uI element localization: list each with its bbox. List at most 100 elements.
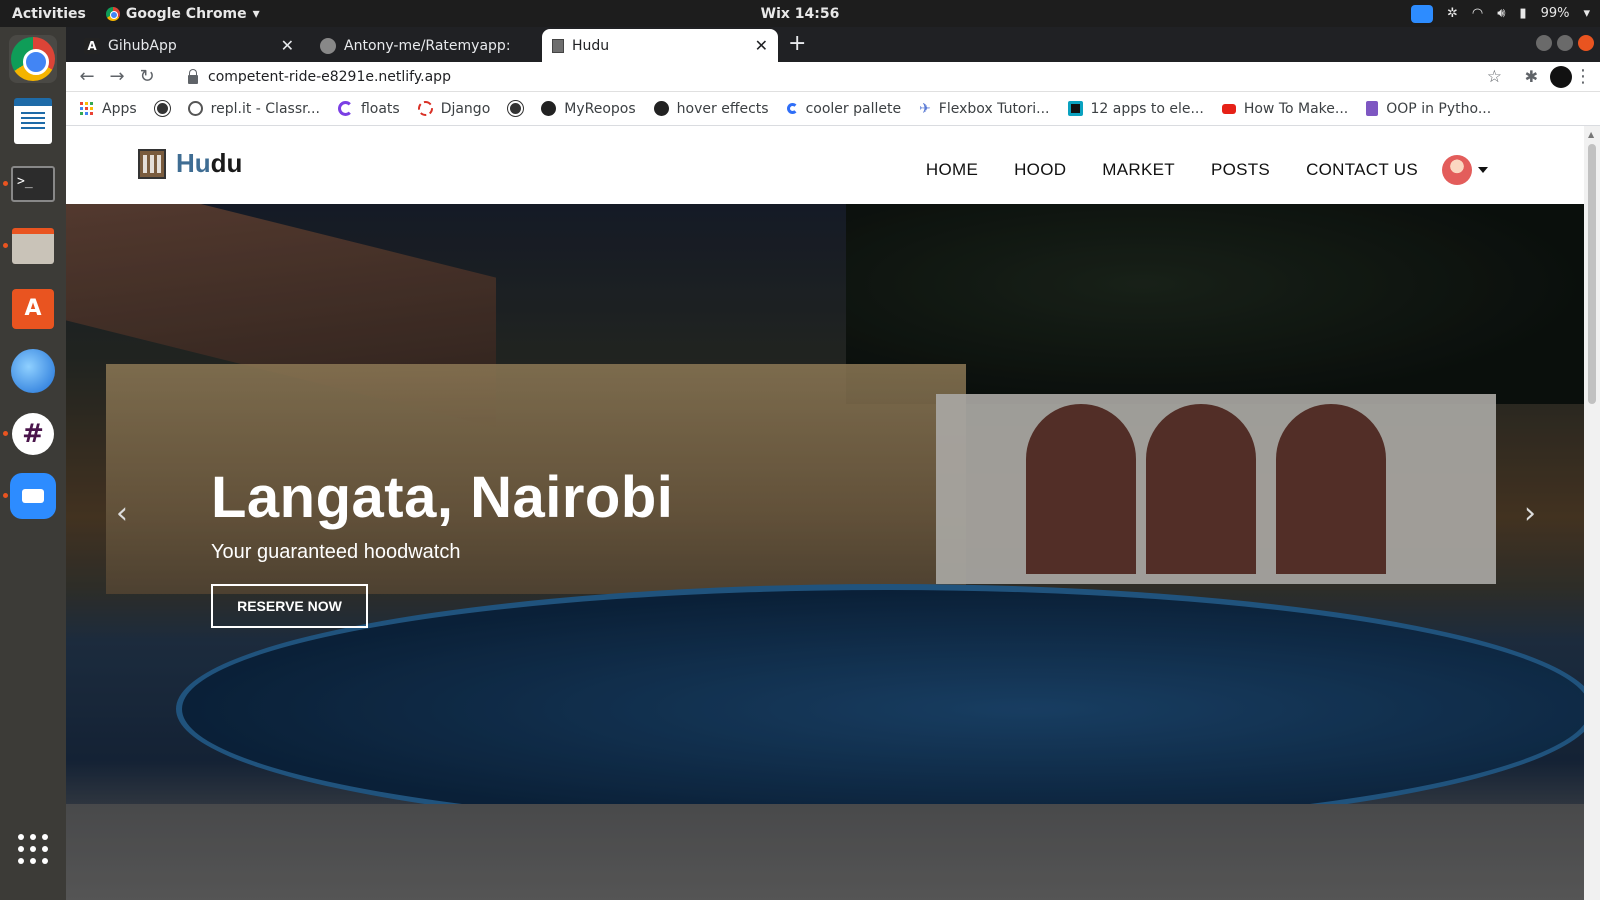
files-icon xyxy=(12,228,54,264)
bookmark-label: How To Make... xyxy=(1243,100,1349,117)
tab-ratemyapp[interactable]: Antony-me/Ratemyapp: R xyxy=(310,29,540,62)
nav-market[interactable]: MARKET xyxy=(1102,160,1175,180)
wifi-icon: ◠ xyxy=(1471,6,1484,21)
close-icon[interactable]: ✕ xyxy=(755,36,768,55)
tab-strip: A GihubApp ✕ Antony-me/Ratemyapp: R Hudu… xyxy=(66,27,1600,62)
bookmark-label: Flexbox Tutori... xyxy=(938,100,1050,117)
profile-avatar[interactable] xyxy=(1550,65,1572,88)
dock-software[interactable]: A xyxy=(9,285,57,333)
system-top-bar: Activities Google Chrome ▾ Wix 14:56 ✲ ◠… xyxy=(0,0,1600,27)
page-scrollbar[interactable]: ▲ xyxy=(1584,126,1600,900)
nav-posts[interactable]: POSTS xyxy=(1211,160,1270,180)
bookmark-label: OOP in Pytho... xyxy=(1386,100,1492,117)
dock: >_ A # xyxy=(0,27,66,900)
system-tray[interactable]: ✲ ◠ 🔊︎ ▮ 99% ▾ xyxy=(1410,4,1590,23)
chrome-icon xyxy=(11,37,55,81)
bookmark-label: cooler pallete xyxy=(805,100,902,117)
bookmark-12-apps[interactable]: 12 apps to ele... xyxy=(1067,100,1204,117)
clock[interactable]: Wix 14:56 xyxy=(761,6,840,22)
bookmark-how-to-make[interactable]: How To Make... xyxy=(1221,100,1349,117)
github-icon xyxy=(320,37,336,54)
nav-contact-us[interactable]: CONTACT US xyxy=(1306,160,1418,180)
tab-title: Antony-me/Ratemyapp: R xyxy=(344,37,514,54)
dock-zoom[interactable] xyxy=(9,472,57,520)
bookmark-label: hover effects xyxy=(676,100,769,117)
bookmarks-bar: Apps repl.it - Classr... floats Django M… xyxy=(66,92,1600,126)
scroll-up-icon[interactable]: ▲ xyxy=(1588,130,1594,139)
close-icon[interactable]: ✕ xyxy=(281,36,294,55)
tab-gihubapp[interactable]: A GihubApp ✕ xyxy=(74,29,304,62)
bookmark-replit[interactable]: repl.it - Classr... xyxy=(187,100,320,117)
dock-slack[interactable]: # xyxy=(9,410,57,458)
url-text[interactable]: competent-ride-e8291e.netlify.app xyxy=(208,69,451,85)
replit-icon xyxy=(187,101,203,116)
minimize-button[interactable] xyxy=(1536,35,1552,51)
reserve-now-button[interactable]: RESERVE NOW xyxy=(211,584,368,628)
tab-hudu[interactable]: Hudu ✕ xyxy=(542,29,778,62)
zoom-icon xyxy=(10,473,56,519)
bookmark-label: Apps xyxy=(102,100,137,117)
running-indicator xyxy=(3,243,8,248)
bookmark-django[interactable]: Django xyxy=(417,100,491,117)
app-menu[interactable]: Google Chrome ▾ xyxy=(105,6,260,22)
extensions-icon[interactable]: ✱ xyxy=(1525,67,1538,86)
web-page: Hudu HOME HOOD MARKET POSTS CONTACT US ‹… xyxy=(66,126,1584,900)
new-tab-button[interactable]: + xyxy=(788,31,806,56)
coolors-icon xyxy=(786,103,798,114)
dock-chrome[interactable] xyxy=(9,35,57,83)
reload-button[interactable]: ↻ xyxy=(132,66,162,87)
address-bar[interactable]: competent-ride-e8291e.netlify.app xyxy=(174,63,1502,91)
bookmark-label: Django xyxy=(440,100,491,117)
bookmark-apps[interactable]: Apps xyxy=(80,101,137,117)
bookmark-hover-effects[interactable]: hover effects xyxy=(653,100,769,117)
zoom-tray-icon[interactable] xyxy=(1410,4,1433,23)
running-indicator xyxy=(3,493,8,498)
docs-icon xyxy=(1366,101,1379,116)
hero-carousel: ‹ › Langata, Nairobi Your guaranteed hoo… xyxy=(66,204,1584,900)
bookmark-globe-2[interactable] xyxy=(507,100,525,117)
building-icon xyxy=(138,148,166,179)
dock-terminal[interactable]: >_ xyxy=(9,160,57,208)
building-icon xyxy=(552,38,564,53)
slack-tray-icon[interactable]: ✲ xyxy=(1447,6,1458,21)
back-button[interactable]: ← xyxy=(72,66,102,87)
bookmark-cooler-pallete[interactable]: cooler pallete xyxy=(786,100,902,117)
user-menu[interactable] xyxy=(1442,155,1488,185)
bookmark-flexbox[interactable]: ✈ Flexbox Tutori... xyxy=(919,101,1049,117)
carousel-next-icon[interactable]: › xyxy=(1524,496,1536,531)
bookmark-globe[interactable] xyxy=(153,100,171,117)
youtube-icon xyxy=(1221,103,1236,114)
user-avatar[interactable] xyxy=(1442,155,1472,185)
forward-button[interactable]: → xyxy=(102,66,132,87)
bookmark-floats[interactable]: floats xyxy=(337,101,400,117)
activities-button[interactable]: Activities xyxy=(12,6,86,22)
window-close-button[interactable] xyxy=(1578,35,1594,51)
bookmark-label: repl.it - Classr... xyxy=(210,100,320,117)
scrollbar-thumb[interactable] xyxy=(1588,144,1596,404)
nav-home[interactable]: HOME xyxy=(926,160,978,180)
dock-writer[interactable] xyxy=(9,97,57,145)
hero-title: Langata, Nairobi xyxy=(211,465,674,530)
more-menu-icon[interactable]: ⋮ xyxy=(1574,66,1592,87)
running-indicator xyxy=(3,431,8,436)
bookmark-oop-python[interactable]: OOP in Pytho... xyxy=(1366,101,1491,117)
thunderbird-icon xyxy=(11,349,55,393)
lock-icon[interactable] xyxy=(188,68,198,84)
bookmark-label: 12 apps to ele... xyxy=(1090,100,1204,117)
dock-thunderbird[interactable] xyxy=(9,347,57,395)
nav-hood[interactable]: HOOD xyxy=(1014,160,1066,180)
apps-grid-icon xyxy=(80,101,94,116)
angular-icon: A xyxy=(84,37,100,54)
document-writer-icon xyxy=(14,98,52,144)
app-grid-icon xyxy=(18,834,48,864)
bookmark-myreopos[interactable]: MyReopos xyxy=(541,101,636,117)
carousel-prev-icon[interactable]: ‹ xyxy=(116,496,128,531)
bookmark-star-icon[interactable]: ☆ xyxy=(1487,67,1502,87)
slack-icon: # xyxy=(12,413,54,455)
caret-down-icon[interactable] xyxy=(1478,167,1488,173)
globe-icon xyxy=(153,100,171,117)
maximize-button[interactable] xyxy=(1557,35,1573,51)
show-applications-button[interactable] xyxy=(9,825,57,873)
site-logo[interactable]: Hudu xyxy=(138,148,242,179)
dock-files[interactable] xyxy=(9,222,57,270)
